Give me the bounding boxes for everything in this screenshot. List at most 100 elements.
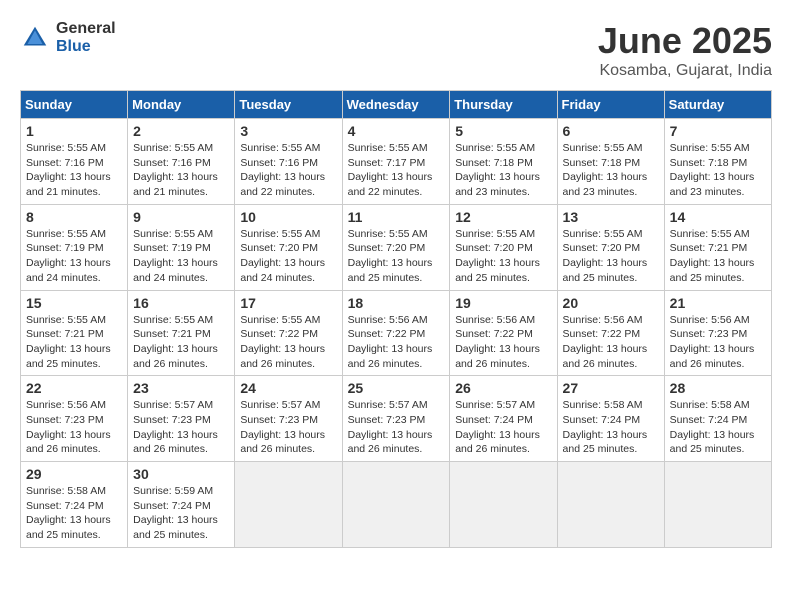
day-number: 6: [563, 123, 659, 139]
calendar-day-cell: 15Sunrise: 5:55 AMSunset: 7:21 PMDayligh…: [21, 290, 128, 376]
calendar-day-cell: 20Sunrise: 5:56 AMSunset: 7:22 PMDayligh…: [557, 290, 664, 376]
day-number: 14: [670, 209, 766, 225]
calendar-day-cell: 3Sunrise: 5:55 AMSunset: 7:16 PMDaylight…: [235, 119, 342, 205]
calendar-day-cell: 11 Sunrise: 5:55 AMSunset: 7:20 PMDayligh…: [342, 204, 450, 290]
day-number: 2: [133, 123, 229, 139]
day-number: 3: [240, 123, 336, 139]
calendar-week-row: 22 Sunrise: 5:56 AMSunset: 7:23 PMDayligh…: [21, 376, 772, 462]
day-number: 22: [26, 380, 122, 396]
weekday-header: Thursday: [450, 91, 557, 119]
day-info: Sunrise: 5:55 AMSunset: 7:18 PMDaylight:…: [563, 141, 659, 200]
day-info: Sunrise: 5:57 AMSunset: 7:24 PMDaylight:…: [455, 398, 551, 457]
day-info: Sunrise: 5:57 AMSunset: 7:23 PMDaylight:…: [348, 398, 445, 457]
title-block: June 2025 Kosamba, Gujarat, India: [598, 20, 772, 80]
day-info: Sunrise: 5:55 AMSunset: 7:17 PMDaylight:…: [348, 141, 445, 200]
calendar-day-cell: 21 Sunrise: 5:56 AMSunset: 7:23 PMDayligh…: [664, 290, 771, 376]
calendar-day-cell: 19 Sunrise: 5:56 AMSunset: 7:22 PMDayligh…: [450, 290, 557, 376]
weekday-header: Monday: [128, 91, 235, 119]
calendar-table: SundayMondayTuesdayWednesdayThursdayFrid…: [20, 90, 772, 548]
page-header: General Blue June 2025 Kosamba, Gujarat,…: [20, 20, 772, 80]
day-number: 4: [348, 123, 445, 139]
day-number: 27: [563, 380, 659, 396]
weekday-header: Friday: [557, 91, 664, 119]
day-number: 26: [455, 380, 551, 396]
calendar-day-cell: 8 Sunrise: 5:55 AMSunset: 7:19 PMDaylight…: [21, 204, 128, 290]
calendar-day-cell: 24Sunrise: 5:57 AMSunset: 7:23 PMDayligh…: [235, 376, 342, 462]
day-number: 7: [670, 123, 766, 139]
day-number: 19: [455, 295, 551, 311]
calendar-day-cell: 1Sunrise: 5:55 AMSunset: 7:16 PMDaylight…: [21, 119, 128, 205]
day-info: Sunrise: 5:57 AMSunset: 7:23 PMDaylight:…: [133, 398, 229, 457]
calendar-day-cell: 13 Sunrise: 5:55 AMSunset: 7:20 PMDayligh…: [557, 204, 664, 290]
logo: General Blue: [20, 20, 116, 55]
calendar-week-row: 1Sunrise: 5:55 AMSunset: 7:16 PMDaylight…: [21, 119, 772, 205]
calendar-day-cell: [342, 462, 450, 548]
day-number: 21: [670, 295, 766, 311]
calendar-week-row: 8 Sunrise: 5:55 AMSunset: 7:19 PMDaylight…: [21, 204, 772, 290]
day-info: Sunrise: 5:55 AMSunset: 7:20 PMDaylight:…: [348, 227, 445, 286]
day-number: 13: [563, 209, 659, 225]
day-number: 17: [240, 295, 336, 311]
calendar-day-cell: 23 Sunrise: 5:57 AMSunset: 7:23 PMDayligh…: [128, 376, 235, 462]
day-number: 5: [455, 123, 551, 139]
day-info: Sunrise: 5:55 AMSunset: 7:16 PMDaylight:…: [26, 141, 122, 200]
calendar-day-cell: 27 Sunrise: 5:58 AMSunset: 7:24 PMDayligh…: [557, 376, 664, 462]
day-info: Sunrise: 5:55 AMSunset: 7:19 PMDaylight:…: [26, 227, 122, 286]
day-number: 8: [26, 209, 122, 225]
day-info: Sunrise: 5:56 AMSunset: 7:23 PMDaylight:…: [670, 313, 766, 372]
weekday-header: Saturday: [664, 91, 771, 119]
calendar-day-cell: 6 Sunrise: 5:55 AMSunset: 7:18 PMDaylight…: [557, 119, 664, 205]
logo-text: General Blue: [56, 20, 116, 55]
day-info: Sunrise: 5:58 AMSunset: 7:24 PMDaylight:…: [670, 398, 766, 457]
calendar-day-cell: 28 Sunrise: 5:58 AMSunset: 7:24 PMDayligh…: [664, 376, 771, 462]
day-number: 24: [240, 380, 336, 396]
weekday-header: Tuesday: [235, 91, 342, 119]
day-info: Sunrise: 5:55 AMSunset: 7:21 PMDaylight:…: [26, 313, 122, 372]
day-info: Sunrise: 5:56 AMSunset: 7:23 PMDaylight:…: [26, 398, 122, 457]
calendar-day-cell: 16Sunrise: 5:55 AMSunset: 7:21 PMDayligh…: [128, 290, 235, 376]
calendar-day-cell: 5Sunrise: 5:55 AMSunset: 7:18 PMDaylight…: [450, 119, 557, 205]
calendar-day-cell: [664, 462, 771, 548]
calendar-day-cell: 10Sunrise: 5:55 AMSunset: 7:20 PMDayligh…: [235, 204, 342, 290]
calendar-day-cell: 30 Sunrise: 5:59 AMSunset: 7:24 PMDayligh…: [128, 462, 235, 548]
calendar-week-row: 29 Sunrise: 5:58 AMSunset: 7:24 PMDayligh…: [21, 462, 772, 548]
day-number: 25: [348, 380, 445, 396]
day-number: 20: [563, 295, 659, 311]
calendar-day-cell: [450, 462, 557, 548]
calendar-week-row: 15Sunrise: 5:55 AMSunset: 7:21 PMDayligh…: [21, 290, 772, 376]
day-number: 18: [348, 295, 445, 311]
calendar-day-cell: 9Sunrise: 5:55 AMSunset: 7:19 PMDaylight…: [128, 204, 235, 290]
day-number: 30: [133, 466, 229, 482]
logo-icon: [20, 23, 50, 53]
day-number: 11: [348, 209, 445, 225]
day-info: Sunrise: 5:55 AMSunset: 7:16 PMDaylight:…: [133, 141, 229, 200]
calendar-day-cell: 12 Sunrise: 5:55 AMSunset: 7:20 PMDayligh…: [450, 204, 557, 290]
weekday-header: Wednesday: [342, 91, 450, 119]
day-info: Sunrise: 5:56 AMSunset: 7:22 PMDaylight:…: [348, 313, 445, 372]
day-info: Sunrise: 5:58 AMSunset: 7:24 PMDaylight:…: [563, 398, 659, 457]
calendar-day-cell: [235, 462, 342, 548]
day-number: 23: [133, 380, 229, 396]
day-info: Sunrise: 5:56 AMSunset: 7:22 PMDaylight:…: [455, 313, 551, 372]
calendar-day-cell: [557, 462, 664, 548]
day-info: Sunrise: 5:59 AMSunset: 7:24 PMDaylight:…: [133, 484, 229, 543]
calendar-day-cell: 4 Sunrise: 5:55 AMSunset: 7:17 PMDaylight…: [342, 119, 450, 205]
day-number: 10: [240, 209, 336, 225]
calendar-header-row: SundayMondayTuesdayWednesdayThursdayFrid…: [21, 91, 772, 119]
day-info: Sunrise: 5:55 AMSunset: 7:22 PMDaylight:…: [240, 313, 336, 372]
day-number: 28: [670, 380, 766, 396]
day-info: Sunrise: 5:55 AMSunset: 7:20 PMDaylight:…: [563, 227, 659, 286]
logo-blue: Blue: [56, 38, 116, 56]
calendar-day-cell: 14Sunrise: 5:55 AMSunset: 7:21 PMDayligh…: [664, 204, 771, 290]
location-subtitle: Kosamba, Gujarat, India: [598, 62, 772, 80]
day-info: Sunrise: 5:58 AMSunset: 7:24 PMDaylight:…: [26, 484, 122, 543]
calendar-day-cell: 29 Sunrise: 5:58 AMSunset: 7:24 PMDayligh…: [21, 462, 128, 548]
day-number: 9: [133, 209, 229, 225]
day-number: 29: [26, 466, 122, 482]
day-info: Sunrise: 5:55 AMSunset: 7:18 PMDaylight:…: [670, 141, 766, 200]
day-info: Sunrise: 5:55 AMSunset: 7:20 PMDaylight:…: [455, 227, 551, 286]
day-info: Sunrise: 5:55 AMSunset: 7:21 PMDaylight:…: [133, 313, 229, 372]
calendar-day-cell: 7 Sunrise: 5:55 AMSunset: 7:18 PMDaylight…: [664, 119, 771, 205]
calendar-day-cell: 22 Sunrise: 5:56 AMSunset: 7:23 PMDayligh…: [21, 376, 128, 462]
day-number: 12: [455, 209, 551, 225]
